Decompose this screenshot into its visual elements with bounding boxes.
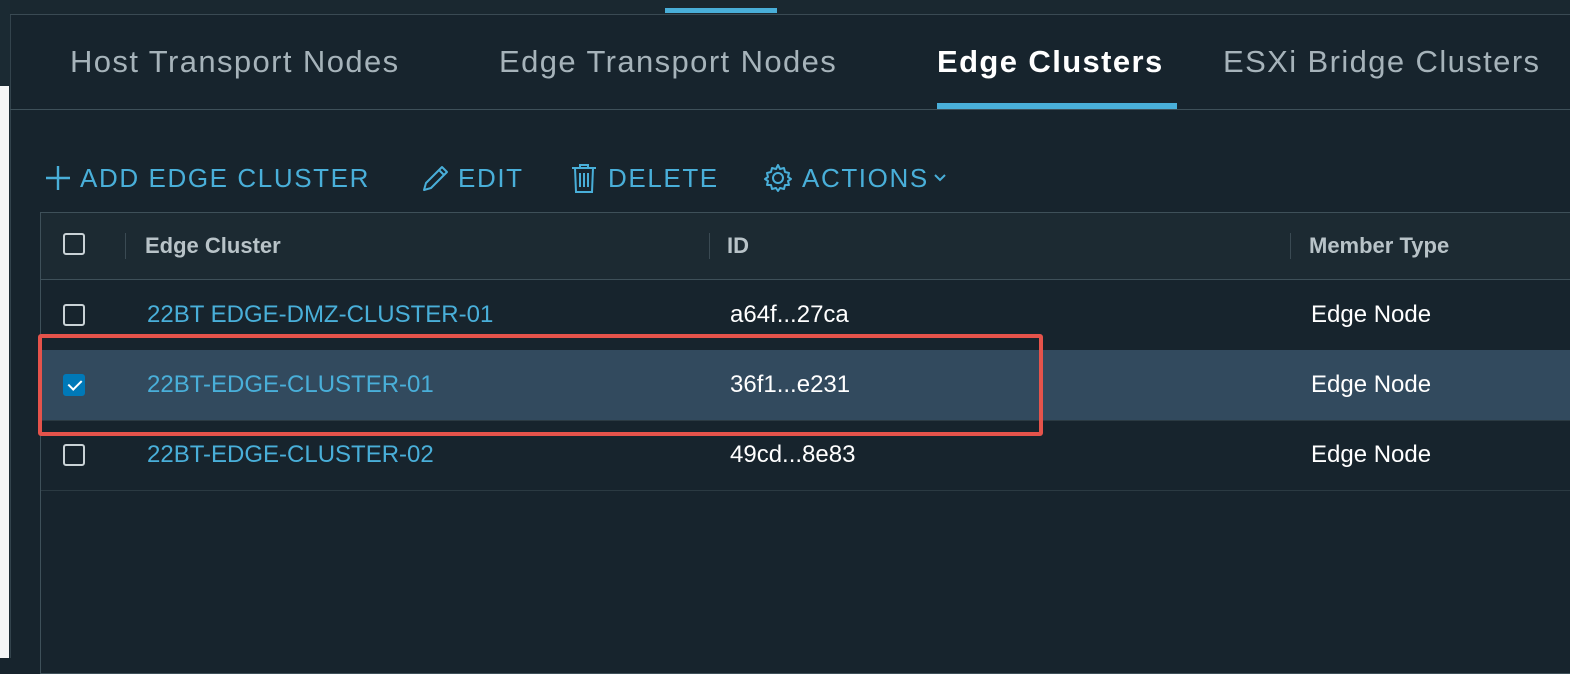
- tab-bar: Host Transport Nodes Edge Transport Node…: [10, 14, 1570, 110]
- member-type: Edge Node: [1311, 441, 1432, 468]
- actions-label: ACTIONS: [802, 162, 929, 193]
- edge-cluster-id: 36f1...e231: [730, 371, 851, 398]
- edge-cluster-name-link[interactable]: 22BT EDGE-DMZ-CLUSTER-01: [147, 301, 493, 329]
- gear-icon: [762, 162, 794, 194]
- row-checkbox[interactable]: [63, 444, 85, 466]
- table-row[interactable]: 22BT EDGE-DMZ-CLUSTER-01 a64f...27ca Edg…: [41, 280, 1570, 351]
- top-nav-active-indicator: [665, 8, 777, 13]
- column-separator: [125, 233, 126, 259]
- table-header: Edge Cluster ID Member Type: [41, 213, 1570, 280]
- edge-cluster-id: a64f...27ca: [730, 301, 849, 328]
- top-nav-bar: [10, 0, 1570, 15]
- edge-cluster-name-link[interactable]: 22BT-EDGE-CLUSTER-02: [147, 441, 434, 469]
- delete-button[interactable]: DELETE: [570, 158, 719, 198]
- column-header-id[interactable]: ID: [727, 233, 749, 259]
- edit-label: EDIT: [458, 162, 524, 193]
- edge-cluster-name-link[interactable]: 22BT-EDGE-CLUSTER-01: [147, 371, 434, 399]
- plus-icon: [44, 164, 72, 192]
- column-separator: [709, 233, 710, 259]
- tab-host-transport-nodes[interactable]: Host Transport Nodes: [70, 44, 400, 80]
- member-type: Edge Node: [1311, 371, 1432, 398]
- actions-dropdown[interactable]: ACTIONS: [762, 158, 947, 198]
- select-all-checkbox[interactable]: [63, 233, 85, 255]
- add-edge-cluster-button[interactable]: ADD EDGE CLUSTER: [44, 158, 370, 198]
- left-panel-white-area: [0, 86, 9, 658]
- tab-edge-transport-nodes[interactable]: Edge Transport Nodes: [499, 44, 837, 80]
- edit-button[interactable]: EDIT: [420, 158, 524, 198]
- delete-label: DELETE: [608, 162, 719, 193]
- column-separator: [1290, 233, 1291, 259]
- edge-cluster-id: 49cd...8e83: [730, 441, 856, 468]
- column-header-member-type[interactable]: Member Type: [1309, 233, 1449, 259]
- column-header-edge-cluster[interactable]: Edge Cluster: [145, 233, 281, 259]
- table-row-selected[interactable]: 22BT-EDGE-CLUSTER-01 36f1...e231 Edge No…: [41, 350, 1570, 421]
- add-edge-cluster-label: ADD EDGE CLUSTER: [80, 162, 370, 193]
- chevron-down-icon: [933, 173, 947, 183]
- table-row[interactable]: 22BT-EDGE-CLUSTER-02 49cd...8e83 Edge No…: [41, 420, 1570, 491]
- edge-clusters-datagrid: Edge Cluster ID Member Type 22BT EDGE-DM…: [40, 212, 1570, 674]
- row-checkbox[interactable]: [63, 304, 85, 326]
- active-tab-underline: [937, 103, 1177, 109]
- pencil-icon: [420, 162, 452, 194]
- tab-esxi-bridge-clusters[interactable]: ESXi Bridge Clusters: [1223, 44, 1540, 80]
- member-type: Edge Node: [1311, 301, 1432, 328]
- row-checkbox-checked[interactable]: [63, 374, 85, 396]
- tab-edge-clusters[interactable]: Edge Clusters: [937, 44, 1164, 80]
- trash-icon: [570, 162, 598, 194]
